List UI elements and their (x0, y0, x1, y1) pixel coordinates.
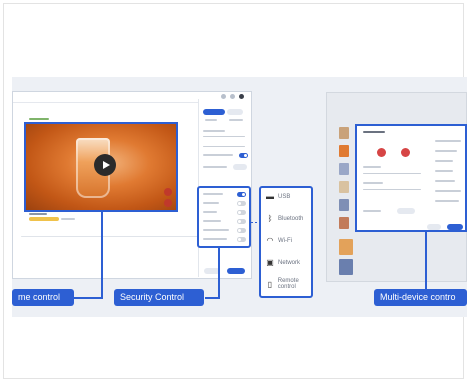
connector-dotted (251, 222, 259, 223)
remote-toggle[interactable] (237, 228, 246, 233)
extra-toggle[interactable] (237, 237, 246, 242)
security-row-usb (203, 193, 223, 195)
connector-right-vertical (425, 232, 427, 289)
usb-toggle[interactable] (237, 192, 246, 197)
panel-tab-left[interactable] (205, 119, 217, 121)
bluetooth-icon: ᛒ (267, 214, 273, 223)
multi-device-dialog (355, 124, 467, 232)
dialog-right-col-7 (435, 200, 459, 202)
device-thumbnail[interactable] (339, 127, 349, 139)
panel-field-value[interactable] (203, 136, 245, 137)
device-a-icon[interactable] (377, 148, 386, 157)
panel-tab-right[interactable] (229, 119, 243, 121)
wifi-toggle[interactable] (237, 210, 246, 215)
feature-wifi: ◠ Wi-Fi (265, 236, 311, 245)
usb-icon: ▬ (266, 192, 274, 201)
callout-security-control: Security Control (114, 289, 204, 306)
security-row-wifi (203, 211, 217, 213)
security-features-legend: ▬ USB ᛒ Bluetooth ◠ Wi-Fi ▣ Network ▯ Re… (259, 186, 313, 298)
feature-network: ▣ Network (265, 258, 311, 267)
device-thumbnail[interactable] (339, 259, 353, 275)
dialog-select[interactable] (363, 173, 421, 174)
play-icon[interactable] (94, 154, 116, 176)
security-row-network (203, 220, 221, 222)
dialog-right-col-5 (435, 180, 455, 182)
dialog-right-col-3 (435, 160, 453, 162)
feature-label: Remote control (277, 278, 299, 290)
feature-label: USB (278, 193, 291, 200)
status-text (61, 218, 75, 220)
device-thumbnail[interactable] (339, 239, 353, 255)
feature-usb: ▬ USB (265, 192, 311, 201)
more-button[interactable] (227, 109, 243, 115)
dialog-select-2[interactable] (363, 189, 421, 190)
device-tag[interactable] (29, 217, 59, 221)
feature-label: Bluetooth (278, 215, 304, 222)
device-thumbnail[interactable] (339, 163, 349, 175)
panel-select[interactable] (203, 146, 245, 147)
device-b-icon[interactable] (401, 148, 410, 157)
bluetooth-toggle[interactable] (237, 201, 246, 206)
dialog-option-label (363, 210, 381, 212)
connector-left-vertical (101, 211, 103, 298)
feature-remote-control: ▯ Remote control (265, 278, 311, 290)
dialog-ok-button[interactable] (447, 224, 463, 230)
dialog-field-label-2 (363, 182, 383, 184)
feature-bluetooth: ᛒ Bluetooth (265, 214, 311, 223)
security-toggle-list (197, 186, 251, 248)
remote-control-icon: ▯ (267, 279, 273, 289)
panel-option-b (203, 166, 227, 168)
callout-multi-device-control: Multi-device contro (374, 289, 467, 306)
callout-left: me control (12, 289, 74, 306)
panel-option-a (203, 154, 233, 156)
feature-label: Wi-Fi (278, 237, 292, 244)
dialog-cancel-button[interactable] (427, 224, 441, 230)
network-icon: ▣ (266, 258, 274, 267)
device-thumbnail[interactable] (339, 199, 349, 211)
footer-divider (21, 236, 201, 237)
record-icon[interactable] (164, 188, 172, 196)
panel-field-label (203, 130, 225, 132)
security-row-bluetooth (203, 202, 219, 204)
dialog-right-col-4 (435, 170, 453, 172)
connector-left-horizontal (74, 297, 103, 299)
security-row-remote (203, 229, 229, 231)
network-toggle[interactable] (237, 219, 246, 224)
apply-button[interactable] (203, 109, 225, 115)
breadcrumb (29, 118, 49, 120)
media-preview[interactable] (24, 122, 178, 212)
wifi-icon: ◠ (266, 236, 274, 245)
dialog-inline-button[interactable] (397, 208, 415, 214)
device-thumbnail[interactable] (339, 145, 349, 157)
feature-label: Network (278, 259, 301, 266)
stop-icon[interactable] (164, 199, 172, 207)
security-row-extra (203, 238, 227, 240)
device-label (29, 213, 47, 215)
dialog-right-col-2 (435, 150, 457, 152)
dialog-right-col-1 (435, 140, 461, 142)
dialog-field-label (363, 166, 381, 168)
device-thumbnail[interactable] (339, 217, 349, 229)
dialog-title (363, 131, 385, 133)
dialog-right-col-6 (435, 190, 461, 192)
connector-middle-horizontal (205, 297, 220, 299)
save-button[interactable] (227, 268, 245, 274)
connector-middle-vertical (218, 247, 220, 298)
device-thumbnail[interactable] (339, 181, 349, 193)
panel-toggle-a[interactable] (239, 153, 248, 158)
panel-small-button[interactable] (233, 164, 247, 170)
